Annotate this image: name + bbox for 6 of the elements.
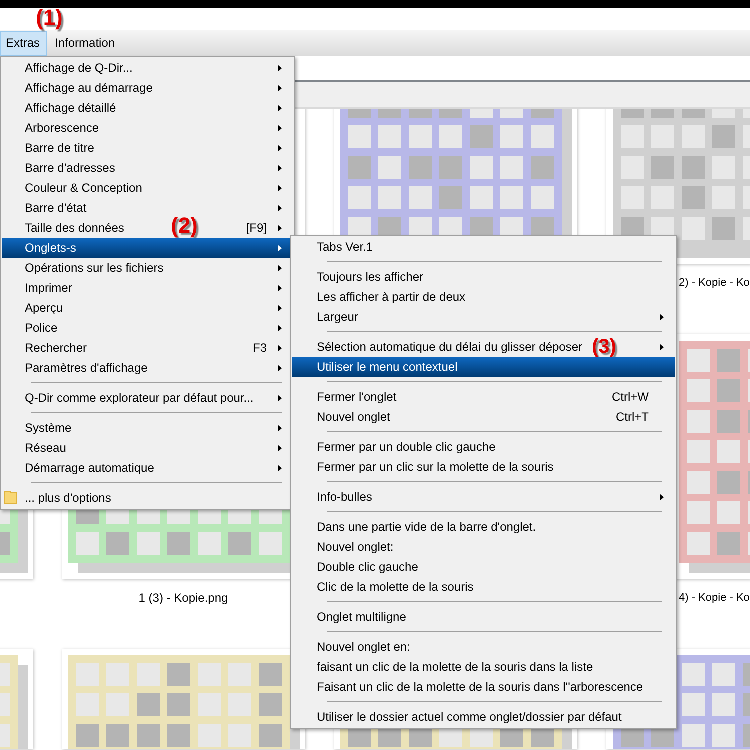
- annotation-marker: (1): [36, 6, 63, 30]
- file-name: 2) - Kopie - Ko: [678, 276, 750, 290]
- file-name: 4) - Kopie - Ko: [678, 591, 750, 605]
- annotation-marker: (3): [592, 337, 616, 357]
- annotation-marker: (2): [171, 214, 198, 238]
- file-name: 1 (3) - Kopie.png: [138, 591, 230, 605]
